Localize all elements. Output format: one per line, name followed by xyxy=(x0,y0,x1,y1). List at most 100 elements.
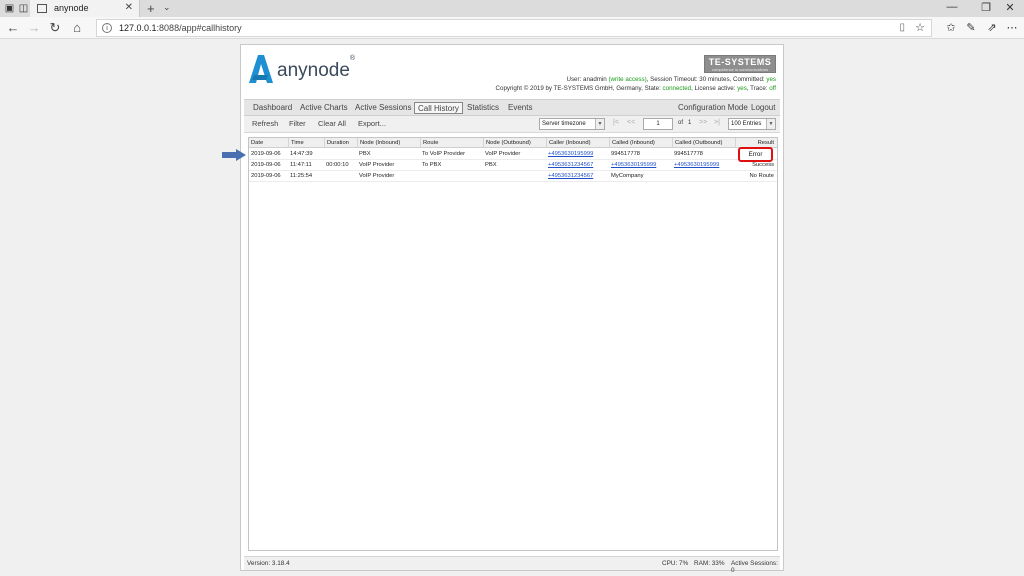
chevron-down-icon: ▼ xyxy=(595,119,604,129)
browser-address-bar: ← → ↻ ⌂ i 127.0.0.1:8088/app#callhistory… xyxy=(0,17,1024,39)
col-node-outbound[interactable]: Node (Outbound) xyxy=(483,138,531,148)
cell-date: 2019-09-06 xyxy=(251,173,281,179)
col-route[interactable]: Route xyxy=(420,138,438,148)
cpu-label: CPU: 7% xyxy=(662,560,689,567)
cell-time: 11:25:54 xyxy=(290,173,313,179)
minimize-button[interactable]: — xyxy=(938,1,966,13)
browser-tab-bar: ▣ ◫ anynode ✕ + ⌄ — ❐ ✕ xyxy=(0,0,1024,17)
cell-result: No Route xyxy=(749,173,775,179)
caller-inbound-link[interactable]: +4953630195999 xyxy=(546,149,593,159)
col-called-outbound[interactable]: Called (Outbound) xyxy=(672,138,722,148)
chevron-down-icon[interactable]: ⌄ xyxy=(163,2,171,13)
next-page-button[interactable]: >> xyxy=(699,119,707,126)
caller-inbound-link[interactable]: +4953631234567 xyxy=(546,171,593,181)
te-tagline: competence in communications xyxy=(711,67,769,72)
back-icon[interactable]: ← xyxy=(5,20,21,36)
nav-dashboard[interactable]: Dashboard xyxy=(250,102,295,114)
cell-date: 2019-09-06 xyxy=(251,162,281,168)
site-info-icon[interactable]: i xyxy=(102,23,112,33)
nav-configuration-mode[interactable]: Configuration Mode xyxy=(675,102,751,114)
notes-icon[interactable]: ✎ xyxy=(963,20,979,36)
license-info: Copyright © 2019 by TE-SYSTEMS GmbH, Ger… xyxy=(495,85,776,92)
cell-date: 2019-09-06 xyxy=(251,151,281,157)
url-host: 127.0.0.1 xyxy=(119,23,157,33)
col-time[interactable]: Time xyxy=(288,138,304,148)
table-row[interactable]: 2019-09-06 11:25:54 VoIP Provider +49536… xyxy=(249,171,777,182)
more-icon[interactable]: ⋯ xyxy=(1004,20,1020,36)
refresh-icon[interactable]: ↻ xyxy=(47,20,63,36)
tab-actions-icon[interactable]: ▣ xyxy=(3,2,16,15)
entries-select[interactable]: 100 Entries ▼ xyxy=(728,118,776,130)
cell-called-inbound: 994517778 xyxy=(611,151,641,157)
active-sessions-label: Active Sessions: 0 xyxy=(731,560,778,574)
error-result-highlight: Error xyxy=(738,147,773,162)
ram-label: RAM: 33% xyxy=(694,560,725,567)
cell-time: 14:47:39 xyxy=(290,151,313,157)
col-called-inbound[interactable]: Called (Inbound) xyxy=(609,138,655,148)
called-outbound-link[interactable]: +4953630195999 xyxy=(672,160,719,170)
clear-all-button[interactable]: Clear All xyxy=(318,119,346,128)
page-total: 1 xyxy=(688,120,692,126)
nav-active-sessions[interactable]: Active Sessions xyxy=(352,102,414,114)
cell-node-inbound: VoIP Provider xyxy=(359,173,395,179)
browser-tab[interactable]: anynode ✕ xyxy=(30,0,140,17)
table-row[interactable]: 2019-09-06 14:47:39 PBX To VoIP Provider… xyxy=(249,149,777,160)
nav-events[interactable]: Events xyxy=(505,102,535,114)
timezone-value: Server timezone xyxy=(542,121,586,127)
share-icon[interactable]: ⇗ xyxy=(984,20,1000,36)
filter-button[interactable]: Filter xyxy=(289,119,306,128)
first-page-button[interactable]: |< xyxy=(613,119,619,126)
called-inbound-link[interactable]: +4953630195999 xyxy=(609,160,656,170)
forward-icon[interactable]: → xyxy=(26,20,42,36)
cell-time: 11:47:11 xyxy=(290,162,312,168)
favorites-hub-icon[interactable]: ✩ xyxy=(943,20,959,36)
caller-inbound-link[interactable]: +4953631234567 xyxy=(546,160,593,170)
cell-called-inbound: MyCompany xyxy=(611,173,644,179)
tab-close-icon[interactable]: ✕ xyxy=(125,2,133,13)
col-caller-inbound[interactable]: Caller (Inbound) xyxy=(546,138,591,148)
nav-statistics[interactable]: Statistics xyxy=(464,102,502,114)
tab-aside-icon[interactable]: ◫ xyxy=(17,2,30,15)
cell-result-error: Error xyxy=(748,151,763,158)
col-duration[interactable]: Duration xyxy=(324,138,349,148)
new-tab-button[interactable]: + xyxy=(147,1,155,16)
entries-value: 100 Entries xyxy=(731,121,762,127)
call-history-toolbar: Refresh Filter Clear All Export... Serve… xyxy=(244,116,780,133)
window-close-button[interactable]: ✕ xyxy=(996,1,1024,14)
status-footer: Version: 3.18.4 CPU: 7% RAM: 33% Active … xyxy=(244,556,780,574)
session-info: User: anadmin (write access), Session Ti… xyxy=(566,76,777,83)
te-systems-logo: TE-SYSTEMS competence in communications xyxy=(704,55,776,73)
cell-route: To VoIP Provider xyxy=(422,151,466,157)
logo-text: anynode® xyxy=(277,54,356,81)
export-button[interactable]: Export... xyxy=(358,119,386,128)
cell-route: To PBX xyxy=(422,162,442,168)
anynode-app: anynode® TE-SYSTEMS competence in commun… xyxy=(240,44,784,574)
home-icon[interactable]: ⌂ xyxy=(69,20,85,36)
table-row[interactable]: 2019-09-06 11:47:11 00:00:10 VoIP Provid… xyxy=(249,160,777,171)
nav-logout[interactable]: Logout xyxy=(748,102,778,114)
reading-view-icon[interactable]: ▯ xyxy=(899,22,905,33)
cell-node-outbound: PBX xyxy=(485,162,497,168)
page-number-input[interactable]: 1 xyxy=(643,118,673,130)
col-date[interactable]: Date xyxy=(249,138,263,148)
refresh-button[interactable]: Refresh xyxy=(252,119,278,128)
row-pointer-arrow-icon xyxy=(222,149,246,161)
page-of-label: of xyxy=(678,120,684,126)
url-text: 127.0.0.1:8088/app#callhistory xyxy=(119,23,242,33)
url-path: :8088/app#callhistory xyxy=(156,23,242,33)
url-input[interactable]: i 127.0.0.1:8088/app#callhistory ▯ ☆ xyxy=(96,19,932,37)
prev-page-button[interactable]: << xyxy=(627,119,635,126)
cell-node-inbound: VoIP Provider xyxy=(359,162,395,168)
nav-active-charts[interactable]: Active Charts xyxy=(297,102,351,114)
table-header: Date Time Duration Node (Inbound) Route … xyxy=(249,138,777,148)
favorite-star-icon[interactable]: ☆ xyxy=(915,21,925,34)
nav-call-history[interactable]: Call History xyxy=(414,102,463,114)
cell-called-outbound: 994517778 xyxy=(674,151,704,157)
call-history-table: Date Time Duration Node (Inbound) Route … xyxy=(248,137,778,551)
chevron-down-icon: ▼ xyxy=(766,119,775,129)
col-node-inbound[interactable]: Node (Inbound) xyxy=(357,138,400,148)
main-nav: Dashboard Active Charts Active Sessions … xyxy=(244,99,780,116)
timezone-select[interactable]: Server timezone ▼ xyxy=(539,118,605,130)
last-page-button[interactable]: >| xyxy=(714,119,720,126)
version-label: Version: 3.18.4 xyxy=(247,560,290,567)
